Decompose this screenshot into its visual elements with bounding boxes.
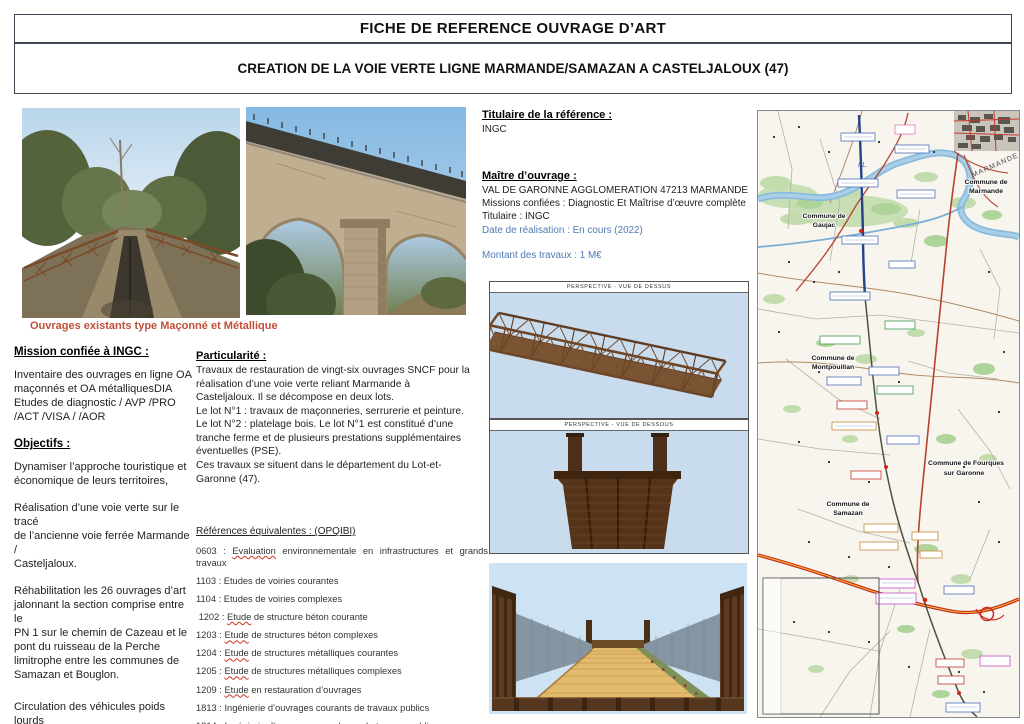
reference-code: 1209 : [196,685,224,695]
photo-masonry-viaduct [246,107,466,315]
doc-title: FICHE DE REFERENCE OUVRAGE D’ART [360,20,666,37]
left-column: Mission confiée à INGC : Inventaire des … [14,345,194,724]
objectifs-heading: Objectifs : [14,437,194,452]
spacer [482,136,757,169]
titulaire-heading: Titulaire de la référence : [482,108,757,123]
commune-marmande-label: Marmande [969,188,1003,195]
reference-item: 1203 : Etude de structures béton complex… [196,630,488,642]
references-heading: Références équivalentes : (OPQIBI) [196,526,488,537]
reference-text: de voiries courantes [253,576,339,586]
fiche-page: FICHE DE REFERENCE OUVRAGE D’ART CREATIO… [0,0,1024,724]
header-title-box: FICHE DE REFERENCE OUVRAGE D’ART [14,14,1012,43]
reference-word: Etude [224,630,248,640]
location-map: MARMANDE FL. Commune de Marmande Commune… [757,110,1020,718]
reference-word: Etude [224,666,248,676]
particularite-body: Travaux de restauration de vingt-six ouv… [196,364,488,486]
render-truss-top-view [490,293,748,418]
perspective-panel-top: PERSPECTIVE - VUE DE DESSUS [489,281,749,419]
spacer [482,237,757,249]
reference-item: 1209 : Etude en restauration d’ouvrages [196,685,488,697]
map-graphic: MARMANDE FL. Commune de Marmande Commune… [758,111,1019,717]
reference-text: de structures béton complexes [249,630,378,640]
titulaire-value: INGC [482,123,757,136]
doc-subtitle: CREATION DE LA VOIE VERTE LIGNE MARMANDE… [237,61,788,76]
photo-deck-graphic [22,108,240,318]
moa-line: Titulaire : INGC [482,210,757,223]
commune-marmande-label: Commune de [964,179,1007,186]
date-realisation-line: Date de réalisation : En cours (2022) [482,224,757,237]
reference-word: Etude [227,612,251,622]
particularite-heading: Particularité : [196,350,488,362]
reference-item: 0603 : Evaluation environnementale en in… [196,546,488,569]
reference-code: 1103 : [196,576,224,586]
reference-item: 1813 : Ingénierie d’ouvrages courants de… [196,703,488,715]
reference-word: Etudes [224,576,253,586]
map-city-marmande [954,111,1019,151]
reference-code: 1202 : [196,612,227,622]
reference-text: de structure béton courante [251,612,367,622]
reference-text: d’ouvrages courants de travaux publics [265,703,429,713]
reference-code: 1204 : [196,648,224,658]
truss-bridge-graphic [490,293,746,417]
objectif-paragraph: Réhabilitation les 26 ouvrages d’art jal… [14,585,194,683]
reference-word: Evaluation [232,546,275,556]
middle-column: Particularité : Travaux de restauration … [196,350,488,724]
reference-word: Etude [224,648,248,658]
mission-heading: Mission confiée à INGC : [14,345,194,360]
objectif-paragraph: Circulation des véhicules poids lourds d… [14,701,194,724]
perspective-panel-bottom: PERSPECTIVE - VUE DE DESSOUS [489,419,749,554]
map-fl-label: FL. [858,162,868,169]
commune-fourques-label: Commune de Fourques [928,460,1004,467]
moa-line: Missions confiées : Diagnostic Et Maîtri… [482,197,757,210]
reference-item: 1103 : Etudes de voiries courantes [196,576,488,588]
reference-code: 1205 : [196,666,224,676]
reference-code: 1203 : [196,630,224,640]
base-beam [492,698,744,711]
photo-viaduct-graphic [246,107,466,315]
reference-word: Ingénierie [224,703,265,713]
reference-text: de structures métalliques courantes [249,648,398,658]
photo-metallic-bridge-deck [22,108,240,318]
reference-text: de voiries complexes [253,594,342,604]
perspective-bottom-label: PERSPECTIVE - VUE DE DESSOUS [490,420,748,431]
interior-deck-graphic [486,560,750,717]
photos-caption: Ouvrages existants type Maçonné et Métal… [30,320,278,332]
moa-line: VAL DE GARONNE AGGLOMERATION 47213 MARMA… [482,184,757,197]
objectif-paragraph: Réalisation d’une voie verte sur le trac… [14,502,194,572]
reference-code: 1104 : [196,594,224,604]
moa-heading: Maître d’ouvrage : [482,169,757,184]
reference-word: Etudes [224,594,253,604]
commune-fourques-label: sur Garonne [944,470,985,477]
reference-text: de structures métalliques complexes [249,666,402,676]
reference-text: en restauration d’ouvrages [249,685,362,695]
mission-body: Inventaire des ouvrages en ligne OA maço… [14,369,194,425]
reference-item: 1202 : Etude de structure béton courante [196,612,488,624]
reference-word: Etude [224,685,248,695]
commune-gaujac-label: Gaujac [813,222,836,229]
commune-montpouillan-label: Commune de [811,355,854,362]
perspective-top-label: PERSPECTIVE - VUE DE DESSUS [490,282,748,293]
objectif-paragraph: Dynamiser l’approche touristique et écon… [14,461,194,489]
render-truss-bottom-view [490,431,748,553]
commune-samazan-label: Commune de [826,501,869,508]
commune-samazan-label: Samazan [833,510,862,517]
reference-item: 1104 : Etudes de voiries complexes [196,594,488,606]
reference-item: 1205 : Etude de structures métalliques c… [196,666,488,678]
render-interior-deck [486,560,750,717]
commune-gaujac-label: Commune de [802,213,845,220]
header-subtitle-box: CREATION DE LA VOIE VERTE LIGNE MARMANDE… [14,43,1012,94]
commune-montpouillan-label: Montpouillan [812,364,854,371]
reference-code: 0603 : [196,546,232,556]
reference-code: 1813 : [196,703,224,713]
reference-info-column: Titulaire de la référence : INGC Maître … [482,108,757,262]
underside-graphic [490,431,746,552]
references-section: Références équivalentes : (OPQIBI) 0603 … [196,526,488,724]
montant-travaux-line: Montant des travaux : 1 M€ [482,249,757,262]
reference-item: 1204 : Etude de structures métalliques c… [196,648,488,660]
